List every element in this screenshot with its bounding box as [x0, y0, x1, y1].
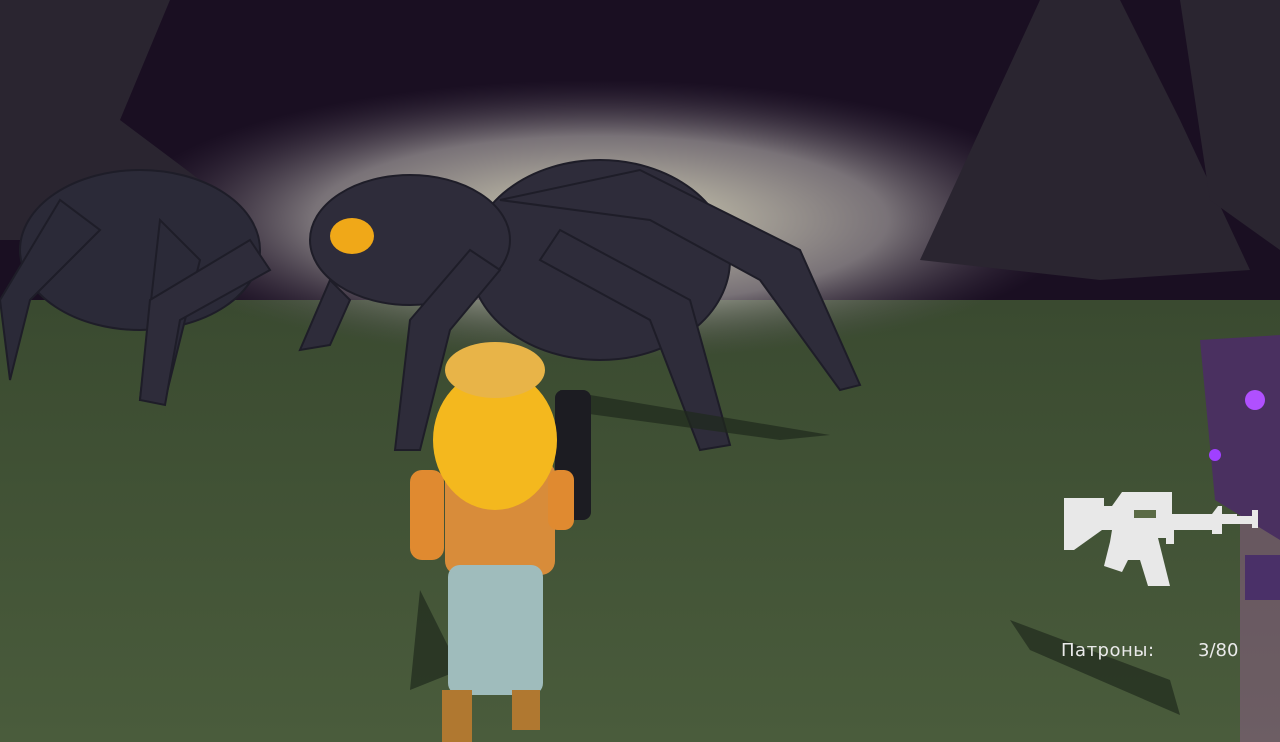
game-scene [0, 0, 1280, 742]
ammo-label: Патроны: [1061, 640, 1155, 661]
ammo-counter: 3/80 [1198, 640, 1239, 661]
weapon-slot[interactable] [1062, 490, 1268, 586]
spider-eye [330, 218, 374, 254]
assault-rifle-icon [1064, 492, 1258, 586]
